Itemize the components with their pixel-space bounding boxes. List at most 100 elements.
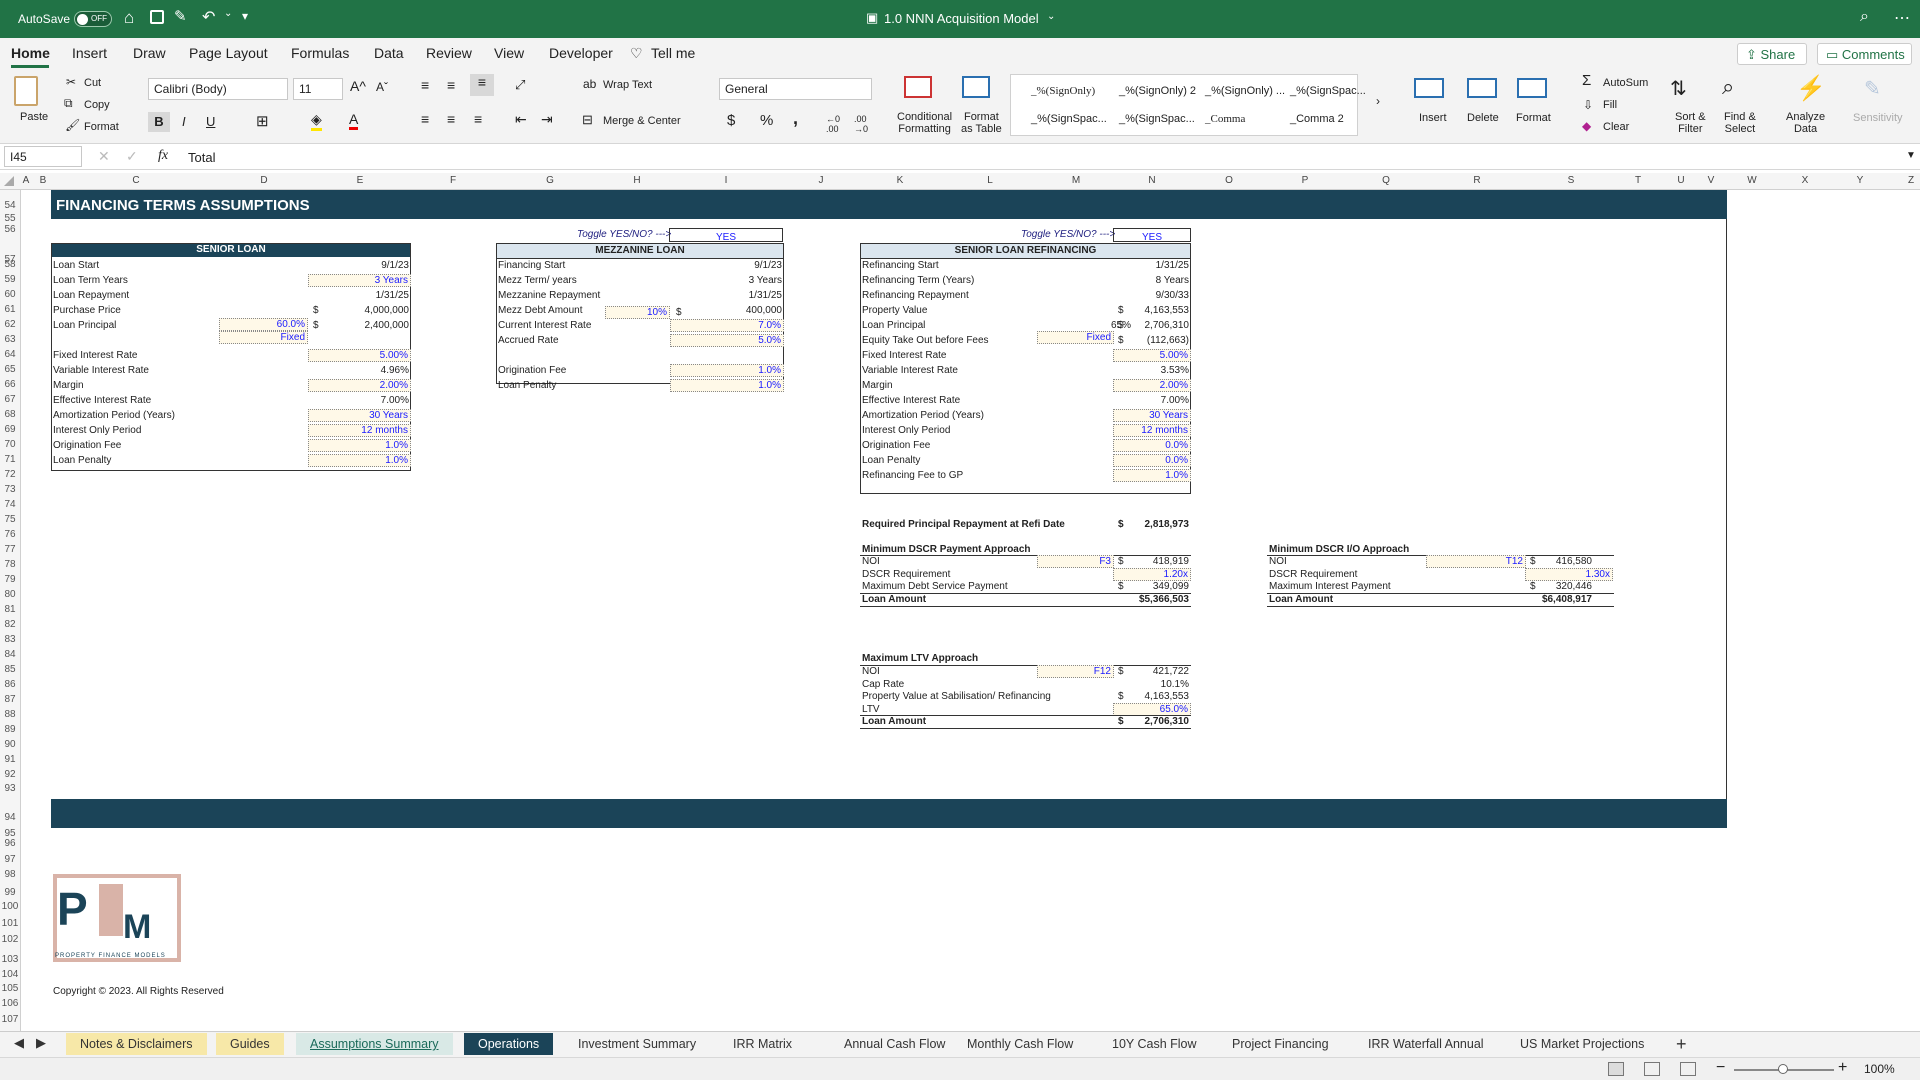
number-format-select[interactable]: General	[719, 78, 872, 100]
sheet-tab[interactable]: Notes & Disclaimers	[66, 1033, 207, 1055]
orientation-icon[interactable]: ⤢	[515, 77, 525, 93]
format-cells-button[interactable]: Format	[1516, 112, 1551, 124]
row-header-61[interactable]: 61	[0, 304, 20, 315]
row-header-90[interactable]: 90	[0, 739, 20, 750]
zoom-in-icon[interactable]: +	[1838, 1059, 1847, 1077]
senior-row-input[interactable]: 5.00%	[308, 349, 411, 362]
row-header-93[interactable]: 93	[0, 783, 20, 794]
zoom-slider[interactable]	[1734, 1064, 1834, 1074]
row-header-56[interactable]: 56	[0, 224, 20, 235]
format-cells-icon[interactable]	[1517, 78, 1547, 98]
percent-button[interactable]: %	[760, 112, 773, 129]
column-header-J[interactable]: J	[819, 175, 824, 186]
senior-ltv-input[interactable]: 60.0%	[219, 318, 308, 331]
senior-row-input[interactable]: 1.0%	[308, 454, 411, 467]
row-header-103[interactable]: 103	[0, 954, 20, 965]
senior-rate-type-input[interactable]: Fixed	[219, 331, 308, 344]
tab-formulas[interactable]: Formulas	[291, 45, 349, 61]
sheet-tab[interactable]: Guides	[216, 1033, 284, 1055]
analyze-data-button[interactable]: Analyze Data	[1786, 111, 1825, 135]
row-header-62[interactable]: 62	[0, 319, 20, 330]
row-header-102[interactable]: 102	[0, 934, 20, 945]
mezz-row-input[interactable]: 5.0%	[670, 334, 784, 347]
column-header-X[interactable]: X	[1802, 175, 1809, 186]
font-size-select[interactable]: 11	[293, 78, 343, 100]
tab-view[interactable]: View	[494, 45, 524, 61]
find-select-icon[interactable]: ⌕	[1722, 74, 1734, 100]
tab-home[interactable]: Home	[11, 45, 50, 61]
row-header-99[interactable]: 99	[0, 887, 20, 898]
mezz-toggle-input[interactable]: YES	[669, 228, 783, 243]
home-icon[interactable]: ⌂	[124, 8, 134, 28]
style-signonly-2[interactable]: _%(SignOnly) 2	[1119, 85, 1196, 97]
row-header-67[interactable]: 67	[0, 394, 20, 405]
row-header-54[interactable]: 54	[0, 200, 20, 211]
style-comma-2[interactable]: _Comma 2	[1290, 113, 1344, 125]
row-header-96[interactable]: 96	[0, 838, 20, 849]
row-header-73[interactable]: 73	[0, 484, 20, 495]
search-icon[interactable]: ⌕	[1860, 8, 1869, 26]
next-sheet-icon[interactable]: ▶	[36, 1035, 46, 1051]
find-select-button[interactable]: Find & Select	[1724, 111, 1756, 135]
autosum-button[interactable]: AutoSum	[1603, 77, 1648, 89]
refi-row-input[interactable]: 30 Years	[1113, 409, 1191, 422]
row-header-85[interactable]: 85	[0, 664, 20, 675]
dscr-noi-ref-input[interactable]: F3	[1037, 555, 1114, 568]
cut-icon[interactable]: ✂	[66, 75, 76, 89]
column-header-G[interactable]: G	[546, 175, 554, 186]
tab-data[interactable]: Data	[374, 45, 404, 61]
column-header-M[interactable]: M	[1072, 175, 1080, 186]
zoom-level[interactable]: 100%	[1864, 1062, 1895, 1076]
row-header-92[interactable]: 92	[0, 769, 20, 780]
row-header-76[interactable]: 76	[0, 529, 20, 540]
column-header-H[interactable]: H	[633, 175, 640, 186]
tab-review[interactable]: Review	[426, 45, 472, 61]
zoom-thumb[interactable]	[1778, 1064, 1788, 1074]
share-button[interactable]: ⇪ Share	[1737, 43, 1807, 65]
borders-icon[interactable]: ⊞	[256, 112, 269, 130]
style-signspac-1[interactable]: _%(SignSpac...	[1290, 85, 1366, 97]
sheet-tab[interactable]: IRR Waterfall Annual	[1368, 1037, 1484, 1051]
prev-sheet-icon[interactable]: ◀	[14, 1035, 24, 1051]
senior-row-input[interactable]: 3 Years	[308, 274, 411, 287]
font-color-icon[interactable]: A	[349, 111, 359, 130]
autosave-toggle[interactable]: OFF	[74, 11, 112, 27]
column-header-B[interactable]: B	[40, 175, 47, 186]
fill-button[interactable]: Fill	[1603, 99, 1617, 111]
row-header-97[interactable]: 97	[0, 854, 20, 865]
senior-row-input[interactable]: 2.00%	[308, 379, 411, 392]
conditional-formatting-button[interactable]: Conditional Formatting	[897, 111, 952, 135]
decrease-decimal-icon[interactable]: .00 →0	[854, 114, 868, 134]
style-signspac-2[interactable]: _%(SignSpac...	[1031, 113, 1107, 125]
sheet-tab[interactable]: US Market Projections	[1520, 1037, 1644, 1051]
merge-icon[interactable]: ⊟	[582, 112, 593, 128]
save-icon[interactable]	[150, 10, 164, 24]
fill-icon[interactable]: ⇩	[1583, 98, 1593, 112]
align-right-icon[interactable]: ≡	[474, 111, 482, 127]
insert-cells-button[interactable]: Insert	[1419, 112, 1447, 124]
column-header-S[interactable]: S	[1568, 175, 1575, 186]
redo-icon[interactable]: ⌄	[224, 8, 232, 19]
row-header-80[interactable]: 80	[0, 589, 20, 600]
row-header-64[interactable]: 64	[0, 349, 20, 360]
mezz-row-input[interactable]: 1.0%	[670, 364, 784, 377]
tab-draw[interactable]: Draw	[133, 45, 166, 61]
column-header-C[interactable]: C	[132, 175, 139, 186]
cell-styles-gallery[interactable]: _%(SignOnly) _%(SignOnly) 2 _%(SignOnly)…	[1010, 74, 1366, 136]
delete-cells-icon[interactable]	[1467, 78, 1497, 98]
column-header-O[interactable]: O	[1225, 175, 1233, 186]
sheet-tab[interactable]: Annual Cash Flow	[844, 1037, 945, 1051]
row-header-91[interactable]: 91	[0, 754, 20, 765]
gallery-next-icon[interactable]: ›	[1376, 94, 1380, 108]
row-header-78[interactable]: 78	[0, 559, 20, 570]
row-header-55[interactable]: 55	[0, 213, 20, 224]
row-header-60[interactable]: 60	[0, 289, 20, 300]
align-bottom-icon[interactable]: ≡	[470, 74, 494, 96]
wrap-text-icon[interactable]: ab	[583, 77, 596, 91]
align-left-icon[interactable]: ≡	[421, 111, 429, 127]
row-header-70[interactable]: 70	[0, 439, 20, 450]
row-header-77[interactable]: 77	[0, 544, 20, 555]
increase-font-icon[interactable]: A^	[350, 78, 366, 94]
senior-row-input[interactable]: 12 months	[308, 424, 411, 437]
senior-row-input[interactable]: 30 Years	[308, 409, 411, 422]
